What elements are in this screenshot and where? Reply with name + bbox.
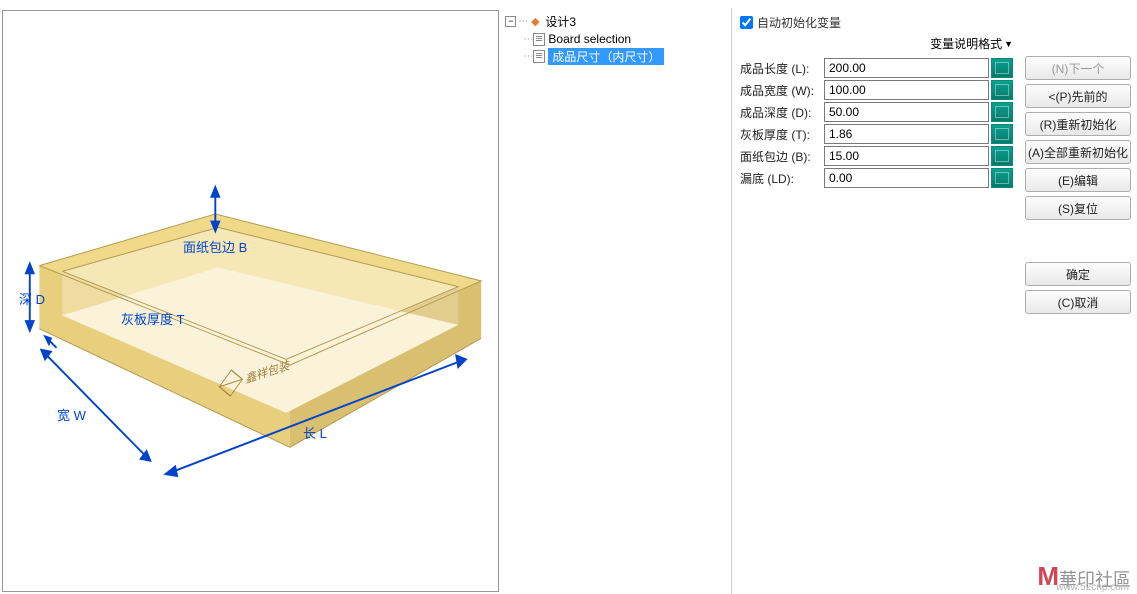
- right-pane: 自动初始化变量 变量说明格式 ▼ 成品长度 (L): 成品宽度 (W):: [732, 8, 1137, 594]
- param-label: 成品宽度 (W):: [740, 82, 824, 99]
- auto-init-checkbox[interactable]: 自动初始化变量: [740, 14, 841, 31]
- previous-button[interactable]: <(P)先前的: [1025, 84, 1131, 108]
- dim-label-wrap: 面纸包边 B: [183, 237, 247, 256]
- main-area: 鑫祥包装 面纸包边 B 灰板厚度 T 深 D 宽 W 长 L − ⋯ ◆ 设计3…: [0, 8, 1137, 594]
- collapse-icon[interactable]: −: [505, 16, 516, 27]
- param-input-leak[interactable]: [824, 168, 989, 188]
- param-label: 漏底 (LD):: [740, 170, 824, 187]
- dim-label-depth: 深 D: [19, 289, 45, 308]
- viewport-3d[interactable]: 鑫祥包装 面纸包边 B 灰板厚度 T 深 D 宽 W 长 L: [2, 10, 499, 592]
- box-rendering: 鑫祥包装: [3, 11, 498, 591]
- param-button[interactable]: [991, 80, 1013, 100]
- param-input-wrap[interactable]: [824, 146, 989, 166]
- edit-button[interactable]: (E)编辑: [1025, 168, 1131, 192]
- param-rows: 成品长度 (L): 成品宽度 (W): 成品深度 (D): 灰板厚度 (T):: [740, 58, 1013, 188]
- reset-button[interactable]: (S)复位: [1025, 196, 1131, 220]
- param-button[interactable]: [991, 124, 1013, 144]
- tree-panel: − ⋯ ◆ 设计3 ⋯ Board selection ⋯ 成品尺寸（内尺寸）: [501, 8, 732, 594]
- param-input-thickness[interactable]: [824, 124, 989, 144]
- tree-connector-icon: ⋯: [523, 51, 531, 62]
- dim-label-length: 长 L: [303, 423, 327, 442]
- variable-format-dropdown[interactable]: 变量说明格式 ▼: [930, 35, 1013, 52]
- param-row-length: 成品长度 (L):: [740, 58, 1013, 78]
- param-label: 成品深度 (D):: [740, 104, 824, 121]
- tree-item-label-selected: 成品尺寸（内尺寸）: [548, 48, 664, 65]
- side-buttons: (N)下一个 <(P)先前的 (R)重新初始化 (A)全部重新初始化 (E)编辑…: [1021, 8, 1137, 594]
- param-input-depth[interactable]: [824, 102, 989, 122]
- param-label: 成品长度 (L):: [740, 60, 824, 77]
- param-button[interactable]: [991, 146, 1013, 166]
- param-input-width[interactable]: [824, 80, 989, 100]
- dropdown-label: 变量说明格式: [930, 35, 1002, 52]
- document-icon: [533, 33, 545, 46]
- param-button[interactable]: [991, 168, 1013, 188]
- tree-item-label: Board selection: [548, 32, 631, 46]
- reinit-button[interactable]: (R)重新初始化: [1025, 112, 1131, 136]
- watermark-logo-icon: M: [1037, 561, 1055, 592]
- dim-label-thickness: 灰板厚度 T: [121, 309, 185, 328]
- cancel-button[interactable]: (C)取消: [1025, 290, 1131, 314]
- param-label: 面纸包边 (B):: [740, 148, 824, 165]
- watermark-url: www.52cnp.com: [1056, 582, 1129, 593]
- param-button[interactable]: [991, 58, 1013, 78]
- param-row-width: 成品宽度 (W):: [740, 80, 1013, 100]
- chevron-down-icon: ▼: [1004, 39, 1013, 49]
- param-row-thickness: 灰板厚度 (T):: [740, 124, 1013, 144]
- param-button[interactable]: [991, 102, 1013, 122]
- tree-connector-icon: ⋯: [523, 34, 531, 45]
- next-button[interactable]: (N)下一个: [1025, 56, 1131, 80]
- param-row-wrap: 面纸包边 (B):: [740, 146, 1013, 166]
- param-row-leak: 漏底 (LD):: [740, 168, 1013, 188]
- param-input-length[interactable]: [824, 58, 989, 78]
- auto-init-label: 自动初始化变量: [757, 14, 841, 31]
- dim-label-width: 宽 W: [57, 405, 86, 424]
- watermark: M 華印社區 www.52cnp.com: [1037, 561, 1131, 592]
- tree-root-label: 设计3: [545, 13, 576, 30]
- folder-icon: ◆: [528, 15, 542, 29]
- tree-item-dimensions[interactable]: ⋯ 成品尺寸（内尺寸）: [503, 47, 729, 66]
- reinit-all-button[interactable]: (A)全部重新初始化: [1025, 140, 1131, 164]
- tree-connector-icon: ⋯: [518, 16, 526, 27]
- document-icon: [533, 50, 545, 63]
- param-row-depth: 成品深度 (D):: [740, 102, 1013, 122]
- window-titlebar: [0, 0, 1137, 8]
- ok-button[interactable]: 确定: [1025, 262, 1131, 286]
- tree-root[interactable]: − ⋯ ◆ 设计3: [503, 12, 729, 31]
- auto-init-checkbox-input[interactable]: [740, 16, 753, 29]
- parameters-panel: 自动初始化变量 变量说明格式 ▼ 成品长度 (L): 成品宽度 (W):: [732, 8, 1021, 594]
- param-label: 灰板厚度 (T):: [740, 126, 824, 143]
- tree-item-board[interactable]: ⋯ Board selection: [503, 31, 729, 47]
